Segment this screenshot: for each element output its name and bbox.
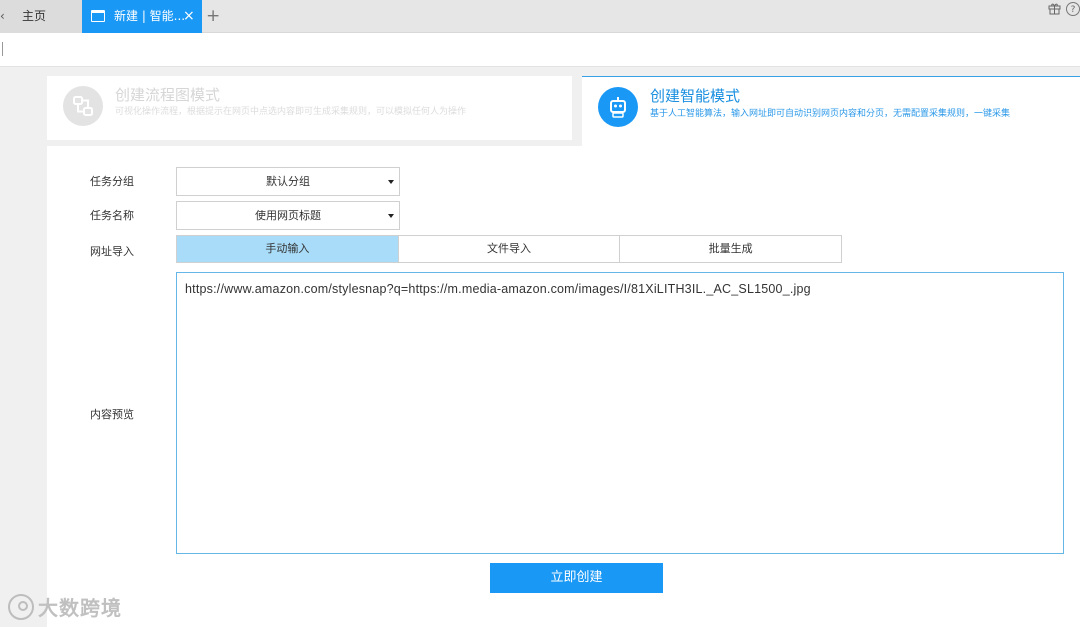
- top-right-tools: ?: [1047, 2, 1080, 16]
- toolbar-edge-mark: [0, 42, 3, 56]
- toolbar-strip: [0, 33, 1080, 67]
- tab-scroll-left-icon[interactable]: ‹: [0, 0, 6, 33]
- smart-mode-card[interactable]: 创建智能模式 基于人工智能算法，输入网址即可自动识别网页内容和分页，无需配置采集…: [582, 76, 1080, 146]
- tab-new-smart-label: 新建 | 智能...: [114, 9, 186, 23]
- caret-down-icon: [388, 214, 394, 218]
- flowchart-icon: [63, 86, 103, 126]
- tab-bar: ‹ 主页 新建 | 智能... × + ?: [0, 0, 1080, 33]
- task-group-label: 任务分组: [90, 175, 134, 188]
- robot-icon: [598, 87, 638, 127]
- watermark-logo-icon: [8, 593, 34, 620]
- help-icon[interactable]: ?: [1066, 2, 1080, 16]
- task-group-select[interactable]: 默认分组: [176, 167, 400, 196]
- task-name-select[interactable]: 使用网页标题: [176, 201, 400, 230]
- tab-home[interactable]: ‹ 主页: [0, 0, 82, 33]
- gift-icon[interactable]: [1047, 2, 1061, 16]
- window-icon: [91, 10, 105, 22]
- tab-close-icon[interactable]: ×: [183, 0, 195, 33]
- flowchart-mode-description: 可视化操作流程，根据提示在网页中点选内容即可生成采集规则，可以模拟任何人为操作: [115, 107, 467, 117]
- smart-mode-title: 创建智能模式: [650, 87, 741, 105]
- task-name-label: 任务名称: [90, 209, 134, 222]
- smart-mode-description: 基于人工智能算法，输入网址即可自动识别网页内容和分页，无需配置采集规则，一键采集: [650, 109, 1011, 119]
- tab-file-import[interactable]: 文件导入: [399, 236, 621, 262]
- task-group-value: 默认分组: [266, 175, 310, 188]
- add-tab-icon[interactable]: +: [206, 0, 220, 33]
- flowchart-mode-title: 创建流程图模式: [115, 86, 221, 104]
- content-preview-label: 内容预览: [90, 408, 134, 421]
- create-now-button[interactable]: 立即创建: [490, 563, 663, 593]
- watermark: 大数跨境: [8, 592, 122, 621]
- tab-new-smart[interactable]: 新建 | 智能... ×: [82, 0, 202, 33]
- task-form-panel: 任务分组 默认分组 任务名称 使用网页标题 网址导入 手动输入 文件导入 批量生…: [47, 146, 1080, 627]
- task-name-value: 使用网页标题: [255, 209, 321, 222]
- caret-down-icon: [388, 180, 394, 184]
- watermark-text: 大数跨境: [38, 596, 122, 620]
- flowchart-mode-card[interactable]: 创建流程图模式 可视化操作流程，根据提示在网页中点选内容即可生成采集规则，可以模…: [47, 76, 572, 140]
- url-textarea[interactable]: https://www.amazon.com/stylesnap?q=https…: [176, 272, 1064, 554]
- url-import-label: 网址导入: [90, 245, 134, 258]
- tab-manual-input[interactable]: 手动输入: [177, 236, 399, 262]
- url-import-tabs: 手动输入 文件导入 批量生成: [176, 235, 842, 263]
- tab-home-label: 主页: [22, 9, 47, 23]
- tab-batch-generate[interactable]: 批量生成: [620, 236, 841, 262]
